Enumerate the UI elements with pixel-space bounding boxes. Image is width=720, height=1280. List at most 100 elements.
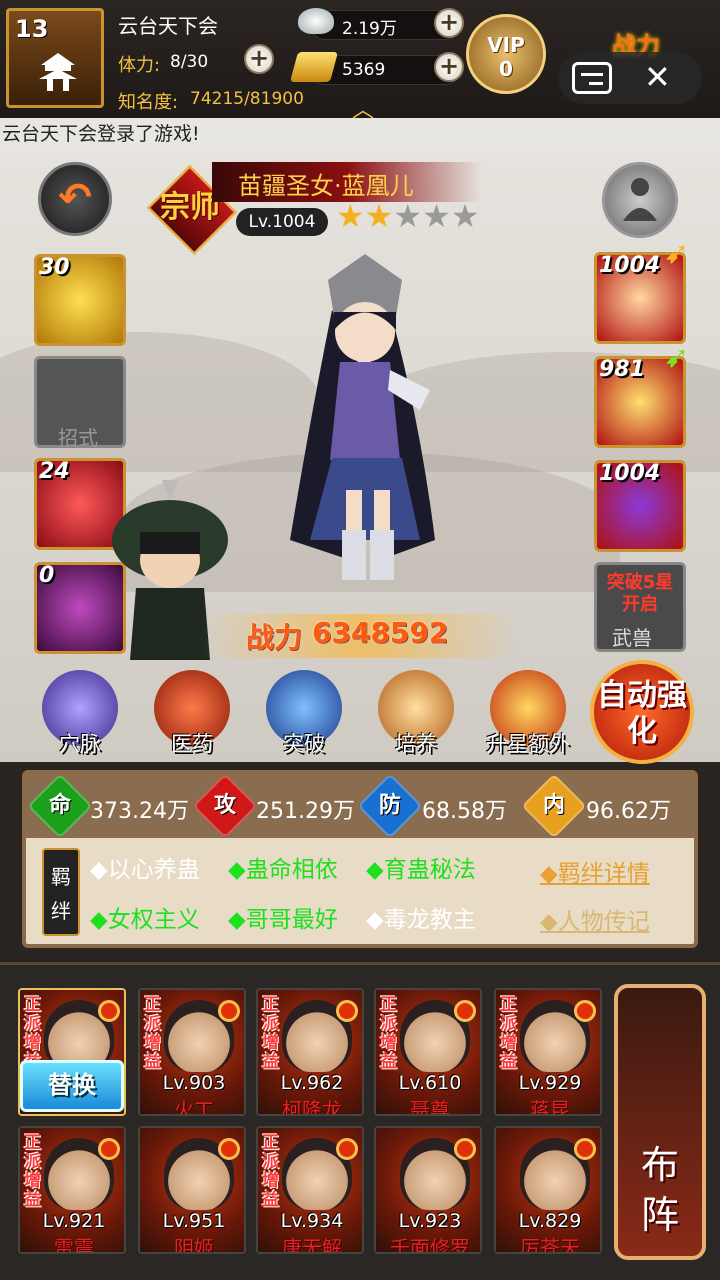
roster-card[interactable]: 正派增益 Lv.962 柯降龙 <box>256 988 364 1116</box>
add-silver-button[interactable]: + <box>434 8 464 38</box>
hero-level: Lv.951 <box>162 1210 226 1232</box>
faction-tag: 正派增益 <box>144 995 161 1072</box>
roster-card[interactable]: Lv.923 千面修罗 <box>374 1126 482 1254</box>
hero-name: 苗疆圣女·蓝凰儿 <box>238 172 414 200</box>
auto-enhance-button[interactable]: 自动强化 <box>590 660 694 764</box>
star-empty-icon: ★ <box>450 197 480 235</box>
fame-label: 知名度: <box>118 92 179 113</box>
statue-button[interactable] <box>602 162 678 238</box>
notify-dot-icon <box>336 1138 358 1160</box>
faction-tag: 正派增益 <box>24 1133 41 1210</box>
bond-item-active: ◆蛊命相依 <box>228 857 338 883</box>
slot-count: 30 <box>39 255 70 280</box>
roster-card[interactable]: Lv.951 阴姬 <box>138 1126 246 1254</box>
inner-stat-glyph: 内 <box>542 793 565 818</box>
upgrade-arrow-icon: ➹ <box>664 340 690 375</box>
hero-level: Lv.962 <box>280 1072 344 1094</box>
vip-level: 0 <box>499 57 513 81</box>
faction-tag: 正派增益 <box>262 1133 279 1210</box>
fame-value: 74215/81900 <box>190 89 304 109</box>
hero-level: Lv.829 <box>518 1210 582 1232</box>
notify-dot-icon <box>218 1000 240 1022</box>
bond-item-active: ◆女权主义 <box>90 907 200 933</box>
attack-stat-value: 251.29万 <box>256 799 355 824</box>
roster-card[interactable]: Lv.829 厉苍天 <box>494 1126 602 1254</box>
notify-dot-icon <box>454 1138 476 1160</box>
star-filled-icon: ★ <box>364 197 394 235</box>
notify-dot-icon <box>218 1138 240 1160</box>
slot-count: 0 <box>39 563 55 588</box>
hero-name: 蒋昆 <box>530 1098 570 1116</box>
slot-count: 1004 <box>599 461 661 486</box>
notify-dot-icon <box>98 1000 120 1022</box>
vip-badge[interactable]: VIP 0 <box>466 14 546 94</box>
hero-level: Lv.921 <box>42 1210 106 1232</box>
biography-link[interactable]: ◆人物传记 <box>540 902 650 936</box>
add-gold-button[interactable]: + <box>434 52 464 82</box>
hero-level: Lv.934 <box>280 1210 344 1232</box>
hp-stat-glyph: 命 <box>48 793 71 818</box>
star-empty-icon: ★ <box>422 197 451 235</box>
hero-name: 聂尊 <box>410 1098 450 1116</box>
acupoint-label: 穴脉 <box>59 732 101 756</box>
player-name: 云台天下会 <box>118 14 218 38</box>
hero-power-label: 战力 <box>246 621 303 654</box>
gold-value: 5369 <box>342 60 386 80</box>
player-avatar[interactable]: 13 <box>6 8 104 108</box>
roster-card[interactable]: 正派增益 Lv.934 唐无解 <box>256 1126 364 1254</box>
faction-tag: 正派增益 <box>262 995 279 1072</box>
close-icon[interactable]: ✕ <box>644 58 671 96</box>
hp-stat-value: 373.24万 <box>90 799 189 824</box>
beast-unlock-text: 突破5星开启 <box>606 572 674 615</box>
equipment-slot-accessory[interactable]: 1004 <box>594 460 686 552</box>
temple-icon <box>39 53 77 91</box>
hero-character[interactable] <box>270 240 460 600</box>
medicine-label: 医药 <box>171 732 213 756</box>
player-level: 13 <box>15 15 49 43</box>
menu-icon[interactable] <box>572 62 612 94</box>
add-stamina-button[interactable]: + <box>244 44 274 74</box>
skill-slot-gold[interactable]: 30 <box>34 254 126 346</box>
roster-card[interactable]: 正派增益 Lv.610 聂尊 <box>374 988 482 1116</box>
bond-detail-link[interactable]: ◆羁绊详情 <box>540 854 650 888</box>
rank-text: 宗师 <box>160 190 220 225</box>
faction-tag: 正派增益 <box>380 995 397 1072</box>
hero-level: Lv.923 <box>398 1210 462 1232</box>
upgrade-arrow-icon: ➹ <box>664 236 690 271</box>
meditating-figure-icon <box>623 178 657 221</box>
hero-name: 火工 <box>174 1098 214 1116</box>
roster-card[interactable]: 正派增益 Lv.929 蒋昆 <box>494 988 602 1116</box>
bond-item: ◆毒龙教主 <box>366 907 476 933</box>
roster-card[interactable]: 正派增益 Lv.903 火工 <box>138 988 246 1116</box>
notify-dot-icon <box>98 1138 120 1160</box>
notify-dot-icon <box>336 1000 358 1022</box>
hero-name: 雷震 <box>54 1236 94 1254</box>
hero-name: 厉苍天 <box>520 1236 580 1254</box>
train-label: 培养 <box>395 732 437 756</box>
formation-label: 布阵 <box>640 1143 679 1237</box>
defense-stat-glyph: 防 <box>378 793 401 818</box>
star-filled-icon: ★ <box>336 197 365 235</box>
slot-count: 1004 <box>599 253 661 278</box>
stamina-label: 体力: <box>118 55 161 76</box>
hero-name: 千面修罗 <box>390 1236 470 1254</box>
notify-dot-icon <box>574 1138 596 1160</box>
back-button[interactable]: ↶ <box>38 162 112 236</box>
notify-dot-icon <box>454 1000 476 1022</box>
roster-card[interactable]: 正派增益 Lv.921 雷震 <box>18 1126 126 1254</box>
hero-level: Lv.903 <box>162 1072 226 1094</box>
bond-tag: 羁绊 <box>42 848 80 936</box>
faction-tag: 正派增益 <box>500 995 517 1072</box>
defense-stat-value: 68.58万 <box>422 799 507 824</box>
hero-power-value: 6348592 <box>312 616 449 649</box>
bond-item: ◆以心养蛊 <box>90 857 200 883</box>
hero-name: 柯降龙 <box>282 1098 342 1116</box>
move-slot-label: 招式 <box>58 426 98 450</box>
swap-button[interactable]: 替换 <box>20 1060 124 1112</box>
game-screen: 13 云台天下会 体力: 8/30 + 知名度: 74215/81900 2.1… <box>0 0 720 1280</box>
gold-ingot-icon <box>289 52 339 82</box>
inner-stat-value: 96.62万 <box>586 799 671 824</box>
bond-item-active: ◆哥哥最好 <box>228 907 338 933</box>
stamina-value: 8/30 <box>170 52 209 72</box>
notify-dot-icon <box>574 1000 596 1022</box>
